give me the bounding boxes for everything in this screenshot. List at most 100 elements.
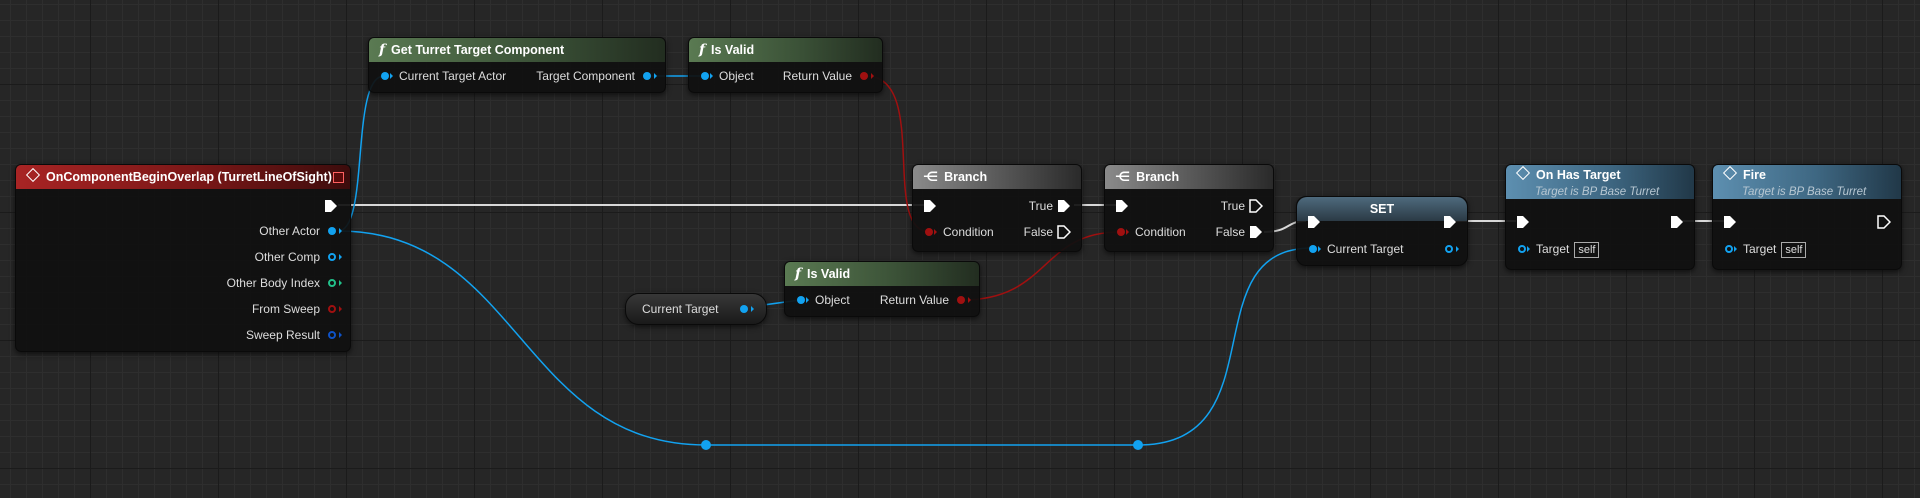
other-comp-pin[interactable]: [328, 253, 336, 261]
exec-in-pin[interactable]: [923, 199, 937, 213]
node-header[interactable]: On Has Target Target is BP Base Turret: [1506, 165, 1694, 199]
from-sweep-label: From Sweep: [251, 302, 320, 316]
node-header[interactable]: SET: [1297, 197, 1467, 221]
other-body-index-pin[interactable]: [328, 279, 336, 287]
object-label: Object: [815, 293, 850, 307]
node-header[interactable]: f Get Turret Target Component: [369, 38, 665, 62]
get-turret-target-component-node[interactable]: f Get Turret Target Component Current Tar…: [368, 37, 666, 93]
condition-label: Condition: [943, 225, 994, 239]
pin-arrow: [339, 280, 342, 286]
pin-arrow: [339, 254, 342, 260]
true-label: True: [1220, 199, 1245, 213]
exec-in-pin[interactable]: [1115, 199, 1129, 213]
true-exec-pin[interactable]: [1249, 199, 1263, 213]
function-f-icon: f: [795, 266, 802, 282]
pin-arrow: [751, 306, 754, 312]
fire-node[interactable]: Fire Target is BP Base Turret Target self: [1712, 164, 1902, 270]
false-label: False: [1023, 225, 1053, 239]
exec-out-pin[interactable]: [324, 199, 338, 213]
branch-node-1[interactable]: ⋲ Branch True Condition False: [912, 164, 1082, 252]
current-target-label: Current Target: [642, 302, 719, 316]
node-header[interactable]: ⋲ Branch: [1105, 165, 1273, 189]
branch-icon: ⋲: [923, 169, 939, 184]
node-header[interactable]: ⋲ Branch: [913, 165, 1081, 189]
sweep-result-pin[interactable]: [328, 331, 336, 339]
current-target-output-pin[interactable]: [1445, 245, 1453, 253]
pin-arrow: [871, 73, 874, 79]
target-label: Target: [1536, 242, 1570, 256]
reroute-knot-left: [701, 440, 711, 450]
pin-arrow: [339, 332, 342, 338]
sweep-result-label: Sweep Result: [245, 328, 320, 342]
return-value-label: Return Value: [782, 69, 852, 83]
node-subtitle: Target is BP Base Turret: [1742, 186, 1867, 198]
current-target-actor-pin[interactable]: [381, 72, 389, 80]
node-header[interactable]: f Is Valid: [689, 38, 882, 62]
node-header[interactable]: f Is Valid: [785, 262, 979, 286]
pin-arrow: [1527, 246, 1530, 252]
other-body-index-label: Other Body Index: [226, 276, 320, 290]
pin-arrow: [968, 297, 971, 303]
false-exec-pin[interactable]: [1249, 225, 1263, 239]
set-current-target-node[interactable]: SET Current Target: [1296, 196, 1468, 266]
exec-out-pin[interactable]: [1877, 215, 1891, 229]
target-label: Target: [1743, 242, 1777, 256]
target-pin[interactable]: [1725, 245, 1733, 253]
node-header[interactable]: Fire Target is BP Base Turret: [1713, 165, 1901, 199]
from-sweep-pin[interactable]: [328, 305, 336, 313]
is-valid-node-top[interactable]: f Is Valid Object Return Value: [688, 37, 883, 93]
current-target-variable-node[interactable]: Current Target: [625, 293, 767, 325]
condition-label: Condition: [1135, 225, 1186, 239]
condition-pin[interactable]: [1117, 228, 1125, 236]
pin-arrow: [1456, 246, 1459, 252]
true-exec-pin[interactable]: [1057, 199, 1071, 213]
other-comp-label: Other Comp: [254, 250, 320, 264]
pin-arrow: [934, 229, 937, 235]
self-default-value[interactable]: self: [1574, 242, 1600, 258]
target-component-label: Target Component: [536, 69, 635, 83]
self-default-value[interactable]: self: [1781, 242, 1807, 258]
branch-node-2[interactable]: ⋲ Branch True Condition False: [1104, 164, 1274, 252]
pin-arrow: [654, 73, 657, 79]
event-diamond-icon: [1722, 165, 1738, 181]
exec-in-pin[interactable]: [1307, 215, 1321, 229]
false-label: False: [1215, 225, 1245, 239]
current-target-output-pin[interactable]: [740, 305, 748, 313]
false-exec-pin[interactable]: [1057, 225, 1071, 239]
object-label: Object: [719, 69, 754, 83]
true-label: True: [1028, 199, 1053, 213]
is-valid-node-bottom[interactable]: f Is Valid Object Return Value: [784, 261, 980, 317]
current-target-input-pin[interactable]: [1309, 245, 1317, 253]
object-pin[interactable]: [701, 72, 709, 80]
pin-arrow: [1734, 246, 1737, 252]
other-actor-label: Other Actor: [259, 224, 320, 238]
exec-in-pin[interactable]: [1516, 215, 1530, 229]
exec-out-pin[interactable]: [1443, 215, 1457, 229]
return-value-pin[interactable]: [860, 72, 868, 80]
target-row: Target self: [1743, 240, 1807, 258]
event-diamond-icon: [25, 167, 41, 183]
current-target-label: Current Target: [1327, 242, 1404, 256]
pin-arrow: [710, 73, 713, 79]
delegate-output-icon[interactable]: [333, 172, 344, 183]
on-component-begin-overlap-event-node[interactable]: OnComponentBeginOverlap (TurretLineOfSig…: [15, 164, 351, 352]
target-pin[interactable]: [1518, 245, 1526, 253]
object-pin[interactable]: [797, 296, 805, 304]
function-f-icon: f: [699, 42, 706, 58]
target-component-pin[interactable]: [643, 72, 651, 80]
condition-pin[interactable]: [925, 228, 933, 236]
node-subtitle: Target is BP Base Turret: [1535, 186, 1660, 198]
exec-in-pin[interactable]: [1723, 215, 1737, 229]
pin-arrow: [806, 297, 809, 303]
function-f-icon: f: [379, 42, 386, 58]
return-value-pin[interactable]: [957, 296, 965, 304]
node-header[interactable]: OnComponentBeginOverlap (TurretLineOfSig…: [16, 165, 350, 189]
target-row: Target self: [1536, 240, 1600, 258]
branch-icon: ⋲: [1115, 169, 1131, 184]
other-actor-pin[interactable]: [328, 227, 336, 235]
current-target-actor-label: Current Target Actor: [399, 69, 507, 83]
exec-out-pin[interactable]: [1670, 215, 1684, 229]
on-has-target-node[interactable]: On Has Target Target is BP Base Turret Ta…: [1505, 164, 1695, 270]
pin-arrow: [1126, 229, 1129, 235]
pin-arrow: [390, 73, 393, 79]
